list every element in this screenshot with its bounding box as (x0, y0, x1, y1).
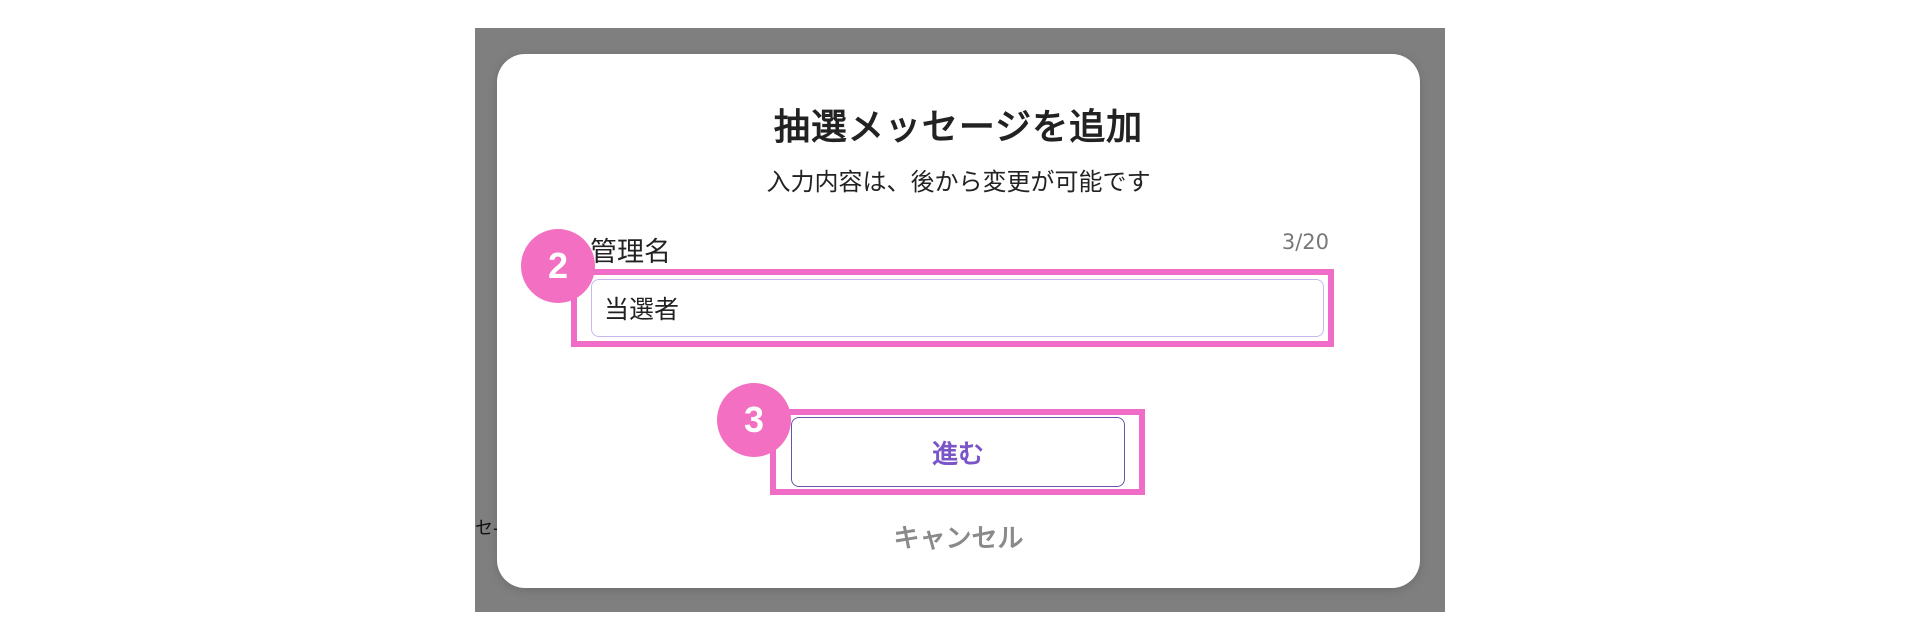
step-3-badge: 3 (717, 383, 791, 457)
management-name-label: 管理名 (590, 237, 671, 268)
next-button[interactable]: 進む (791, 417, 1125, 487)
step-2-badge: 2 (521, 229, 595, 303)
modal-title: 抽選メッセージを追加 (773, 107, 1144, 148)
management-name-input[interactable] (591, 279, 1324, 337)
background-partial-text: セ- (475, 518, 500, 539)
cancel-link[interactable]: キャンセル (497, 518, 1420, 555)
add-lottery-message-modal: 抽選メッセージを追加 入力内容は、後から変更が可能です 管理名 3/20 進む … (497, 54, 1420, 588)
modal-subtitle: 入力内容は、後から変更が可能です (766, 168, 1151, 196)
character-counter: 3/20 (1281, 230, 1329, 254)
